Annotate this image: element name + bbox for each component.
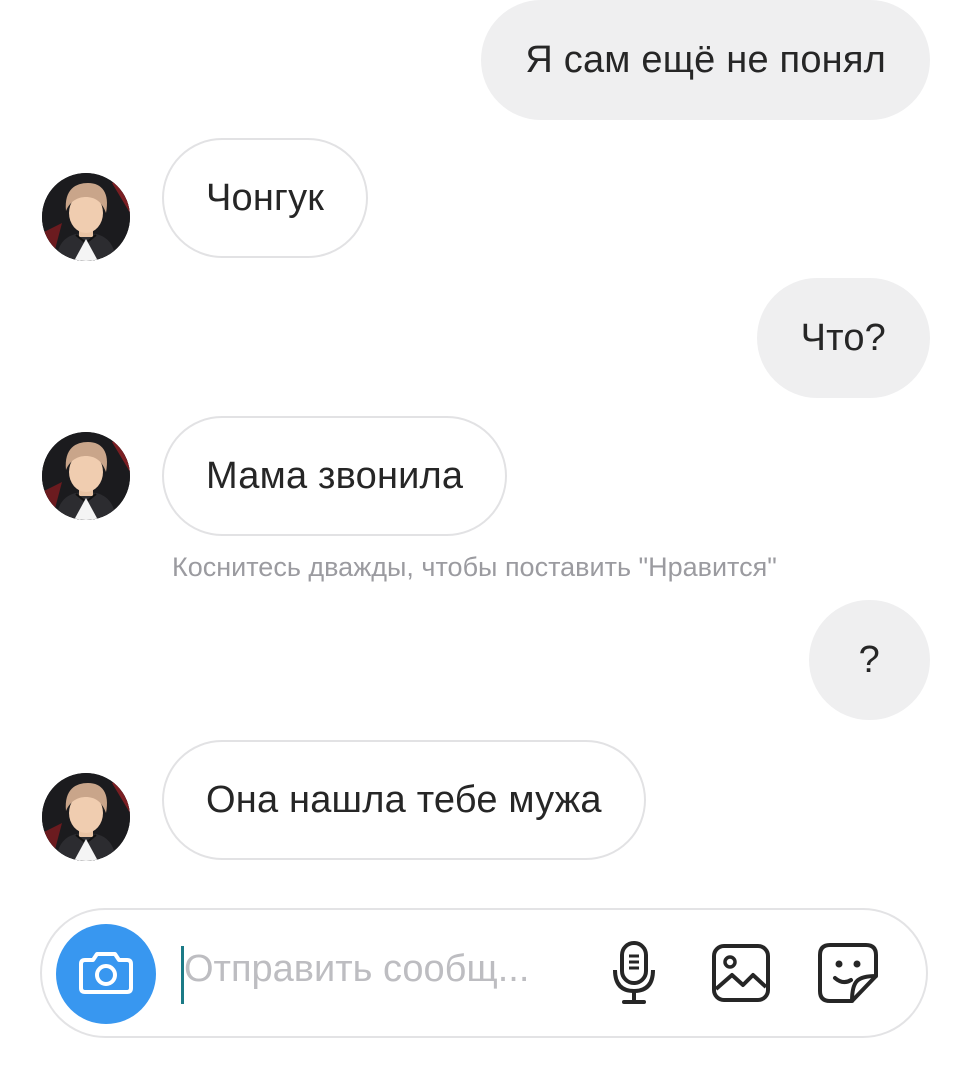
gallery-icon [711,943,771,1008]
message-text: Чонгук [206,176,325,219]
camera-button[interactable] [56,924,156,1024]
message-text: Она нашла тебе мужа [206,778,602,821]
message-bubble-outgoing[interactable]: ? [808,600,930,720]
message-bubble-incoming[interactable]: Она нашла тебе мужа [162,740,646,860]
contact-avatar[interactable] [42,432,130,520]
contact-avatar[interactable] [42,173,130,261]
message-bubble-outgoing[interactable]: Я сам ещё не понял [481,0,930,120]
message-text: Мама звонила [206,454,464,497]
contact-avatar[interactable] [42,773,130,861]
message-text: Что? [800,316,886,359]
message-bubble-incoming[interactable]: Мама звонила [162,416,508,536]
message-composer: Отправить сообщ... [40,908,928,1038]
gallery-button[interactable] [706,940,776,1010]
microphone-icon [611,940,657,1011]
sticker-button[interactable] [813,940,883,1010]
message-input[interactable]: Отправить сообщ... [184,948,529,991]
message-bubble-incoming[interactable]: Чонгук [162,138,369,258]
double-tap-like-hint: Коснитесь дважды, чтобы поставить "Нрави… [172,552,777,582]
message-bubble-outgoing[interactable]: Что? [756,278,930,398]
voice-message-button[interactable] [599,940,669,1010]
message-text: ? [858,638,880,681]
sticker-icon [817,942,879,1009]
message-text: Я сам ещё не понял [525,38,886,81]
camera-icon [79,950,133,999]
